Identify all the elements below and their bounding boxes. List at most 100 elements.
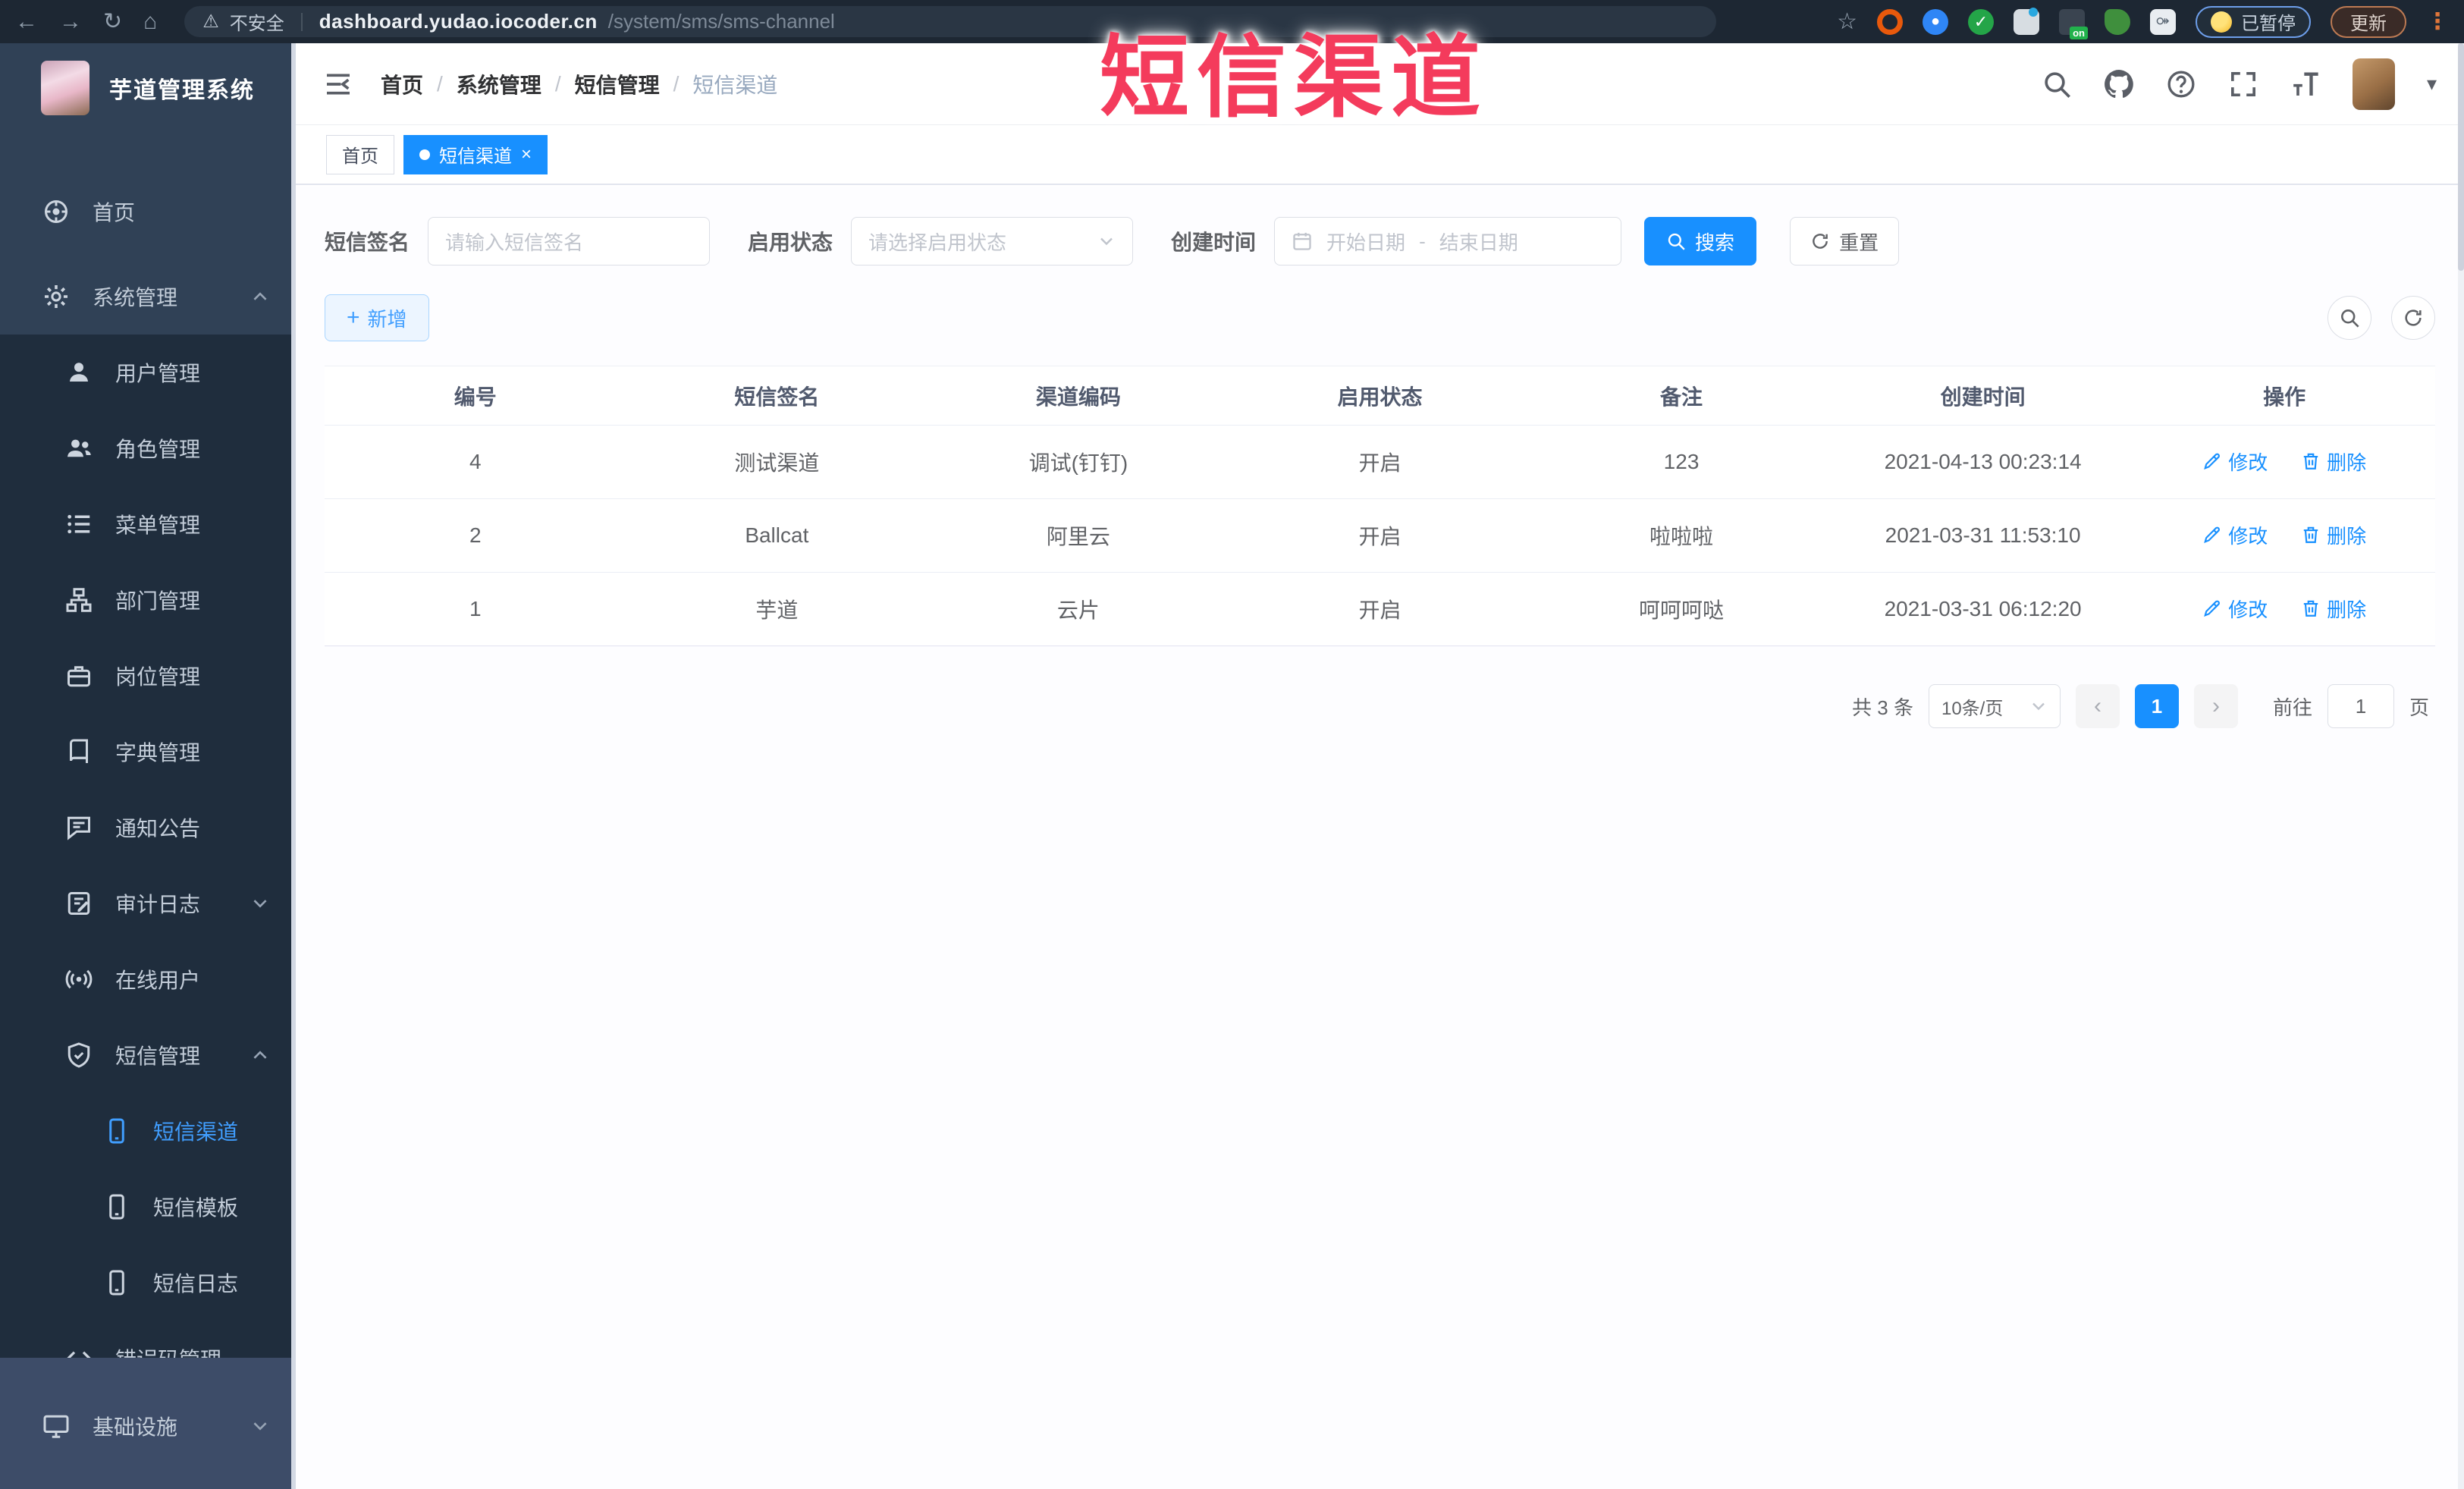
add-button-label: 新增 <box>367 307 407 331</box>
delete-link[interactable]: 删除 <box>2301 448 2366 476</box>
delete-label: 删除 <box>2327 598 2367 621</box>
extension-icon-5[interactable] <box>2059 8 2088 39</box>
address-divider <box>300 12 303 31</box>
search-icon[interactable] <box>2042 69 2072 99</box>
breadcrumb-home[interactable]: 首页 <box>381 69 423 99</box>
cell-remark: 啦啦啦 <box>1530 498 1832 573</box>
edit-link[interactable]: 修改 <box>2202 448 2268 476</box>
tab-home[interactable]: 首页 <box>326 134 394 174</box>
refresh-icon <box>2403 307 2424 328</box>
sidebar-logo-row[interactable]: 芋道管理系统 <box>0 43 296 133</box>
sidebar-collapse-icon[interactable] <box>323 69 353 99</box>
breadcrumb-current: 短信渠道 <box>692 73 778 97</box>
page-content: 短信签名 请输入短信签名 启用状态 请选择启用状态 创建时间 开始日期 - 结束… <box>296 187 2464 1489</box>
delete-link[interactable]: 删除 <box>2301 521 2366 549</box>
sidebar-item-users[interactable]: 用户管理 <box>0 335 296 410</box>
next-page-button[interactable]: › <box>2193 684 2238 728</box>
sidebar-item-system[interactable]: 系统管理 <box>0 259 296 335</box>
sidebar-item-sms-log[interactable]: 短信日志 <box>0 1245 296 1321</box>
font-size-icon[interactable] <box>2290 69 2321 99</box>
sidebar-item-home[interactable]: 首页 <box>0 174 296 250</box>
status-select[interactable]: 请选择启用状态 <box>851 217 1134 265</box>
tab-close-icon[interactable]: × <box>521 145 532 164</box>
extension-icon-1[interactable] <box>1877 8 1903 35</box>
sign-input[interactable]: 请输入短信签名 <box>428 217 711 265</box>
extension-icon-6[interactable] <box>2105 8 2130 35</box>
sidebar-scrollbar[interactable] <box>291 43 296 1489</box>
sidebar-item-notice[interactable]: 通知公告 <box>0 790 296 865</box>
prev-page-button[interactable]: ‹ <box>2075 684 2120 728</box>
sidebar-item-audit-log[interactable]: 审计日志 <box>0 865 296 941</box>
sidebar-item-sms[interactable]: 短信管理 <box>0 1017 296 1093</box>
browser-menu-icon[interactable]: ⋮ <box>2426 8 2449 35</box>
tab-label: 短信渠道 <box>439 146 512 167</box>
search-icon <box>2339 307 2360 328</box>
url-path: /system/sms/sms-channel <box>607 10 835 33</box>
avatar-caret-icon[interactable]: ▾ <box>2427 72 2437 96</box>
refresh-table-button[interactable] <box>2391 296 2435 340</box>
plus-icon: + <box>347 305 360 330</box>
toggle-search-button[interactable] <box>2327 296 2371 340</box>
extension-icon-4[interactable] <box>2014 7 2039 35</box>
sidebar-item-label: 角色管理 <box>115 438 201 461</box>
date-range-picker[interactable]: 开始日期 - 结束日期 <box>1274 217 1622 265</box>
col-id: 编号 <box>325 366 626 426</box>
extension-icon-3[interactable]: ✓ <box>1968 8 1994 35</box>
security-warning-icon[interactable]: ⚠ <box>202 11 219 33</box>
refresh-icon <box>1810 231 1830 251</box>
trash-icon <box>2301 598 2321 618</box>
sidebar-item-online-users[interactable]: 在线用户 <box>0 941 296 1017</box>
sidebar-item-infrastructure[interactable]: 基础设施 <box>0 1388 296 1464</box>
cell-code: 云片 <box>928 572 1229 646</box>
table-header-row: 编号 短信签名 渠道编码 启用状态 备注 创建时间 操作 <box>325 366 2435 426</box>
browser-forward-icon[interactable]: → <box>59 10 82 33</box>
tab-label: 首页 <box>342 146 378 167</box>
tab-sms-channel[interactable]: 短信渠道 × <box>403 134 548 174</box>
profile-paused-chip[interactable]: 已暂停 <box>2196 5 2311 38</box>
browser-reload-icon[interactable]: ↻ <box>103 10 122 33</box>
delete-link[interactable]: 删除 <box>2301 595 2366 623</box>
browser-back-icon[interactable]: ← <box>15 10 38 33</box>
gear-icon <box>42 283 70 310</box>
cell-actions: 修改 删除 <box>2133 425 2435 499</box>
page-size-select[interactable]: 10条/页 <box>1928 684 2061 728</box>
sidebar-item-sms-channel[interactable]: 短信渠道 <box>0 1093 296 1169</box>
edit-link[interactable]: 修改 <box>2202 595 2268 623</box>
toolbar-icon-buttons <box>2327 296 2435 340</box>
goto-page-input[interactable]: 1 <box>2327 684 2394 728</box>
sidebar-item-sms-template[interactable]: 短信模板 <box>0 1169 296 1245</box>
address-bar[interactable]: ⚠ 不安全 dashboard.yudao.iocoder.cn /system… <box>184 6 1717 37</box>
help-icon[interactable] <box>2166 69 2196 99</box>
extensions-puzzle-icon[interactable]: ⚩ <box>2150 8 2176 35</box>
reset-button[interactable]: 重置 <box>1790 217 1900 265</box>
sidebar-item-posts[interactable]: 岗位管理 <box>0 638 296 714</box>
main-area: 首页 / 系统管理 / 短信管理 / 短信渠道 ▾ 首页 短信渠道 × 短信签名… <box>296 43 2464 1489</box>
browser-home-icon[interactable]: ⌂ <box>143 10 157 33</box>
menu-list-icon <box>65 510 93 538</box>
page-scrollbar[interactable] <box>2458 43 2464 1489</box>
fullscreen-icon[interactable] <box>2228 69 2258 99</box>
sidebar: 芋道管理系统 首页 系统管理 用户管理 角色管理 菜单管理 部门管理 岗位管理 … <box>0 43 296 1489</box>
chrome-update-button[interactable]: 更新 <box>2331 5 2406 38</box>
scrollbar-thumb[interactable] <box>2458 43 2464 271</box>
breadcrumb-sms[interactable]: 短信管理 <box>575 69 660 99</box>
chat-icon <box>65 814 93 841</box>
breadcrumb-system[interactable]: 系统管理 <box>457 69 541 99</box>
sidebar-item-roles[interactable]: 角色管理 <box>0 410 296 486</box>
github-icon[interactable] <box>2104 69 2134 99</box>
search-icon <box>1666 231 1686 251</box>
sidebar-item-dict[interactable]: 字典管理 <box>0 714 296 790</box>
browser-extensions-area: ☆ ● ✓ ⚩ 已暂停 更新 ⋮ <box>1837 5 2449 39</box>
bookmark-star-icon[interactable]: ☆ <box>1837 8 1857 35</box>
shield-icon <box>65 1041 93 1069</box>
org-tree-icon <box>65 586 93 614</box>
page-number-1[interactable]: 1 <box>2134 684 2179 728</box>
edit-link[interactable]: 修改 <box>2202 521 2268 549</box>
sidebar-item-departments[interactable]: 部门管理 <box>0 562 296 638</box>
user-avatar[interactable] <box>2352 58 2395 110</box>
book-icon <box>65 738 93 765</box>
add-button[interactable]: + 新增 <box>325 294 429 341</box>
extension-icon-2[interactable]: ● <box>1923 8 1948 35</box>
sidebar-item-menus[interactable]: 菜单管理 <box>0 486 296 562</box>
search-button[interactable]: 搜索 <box>1644 217 1757 265</box>
